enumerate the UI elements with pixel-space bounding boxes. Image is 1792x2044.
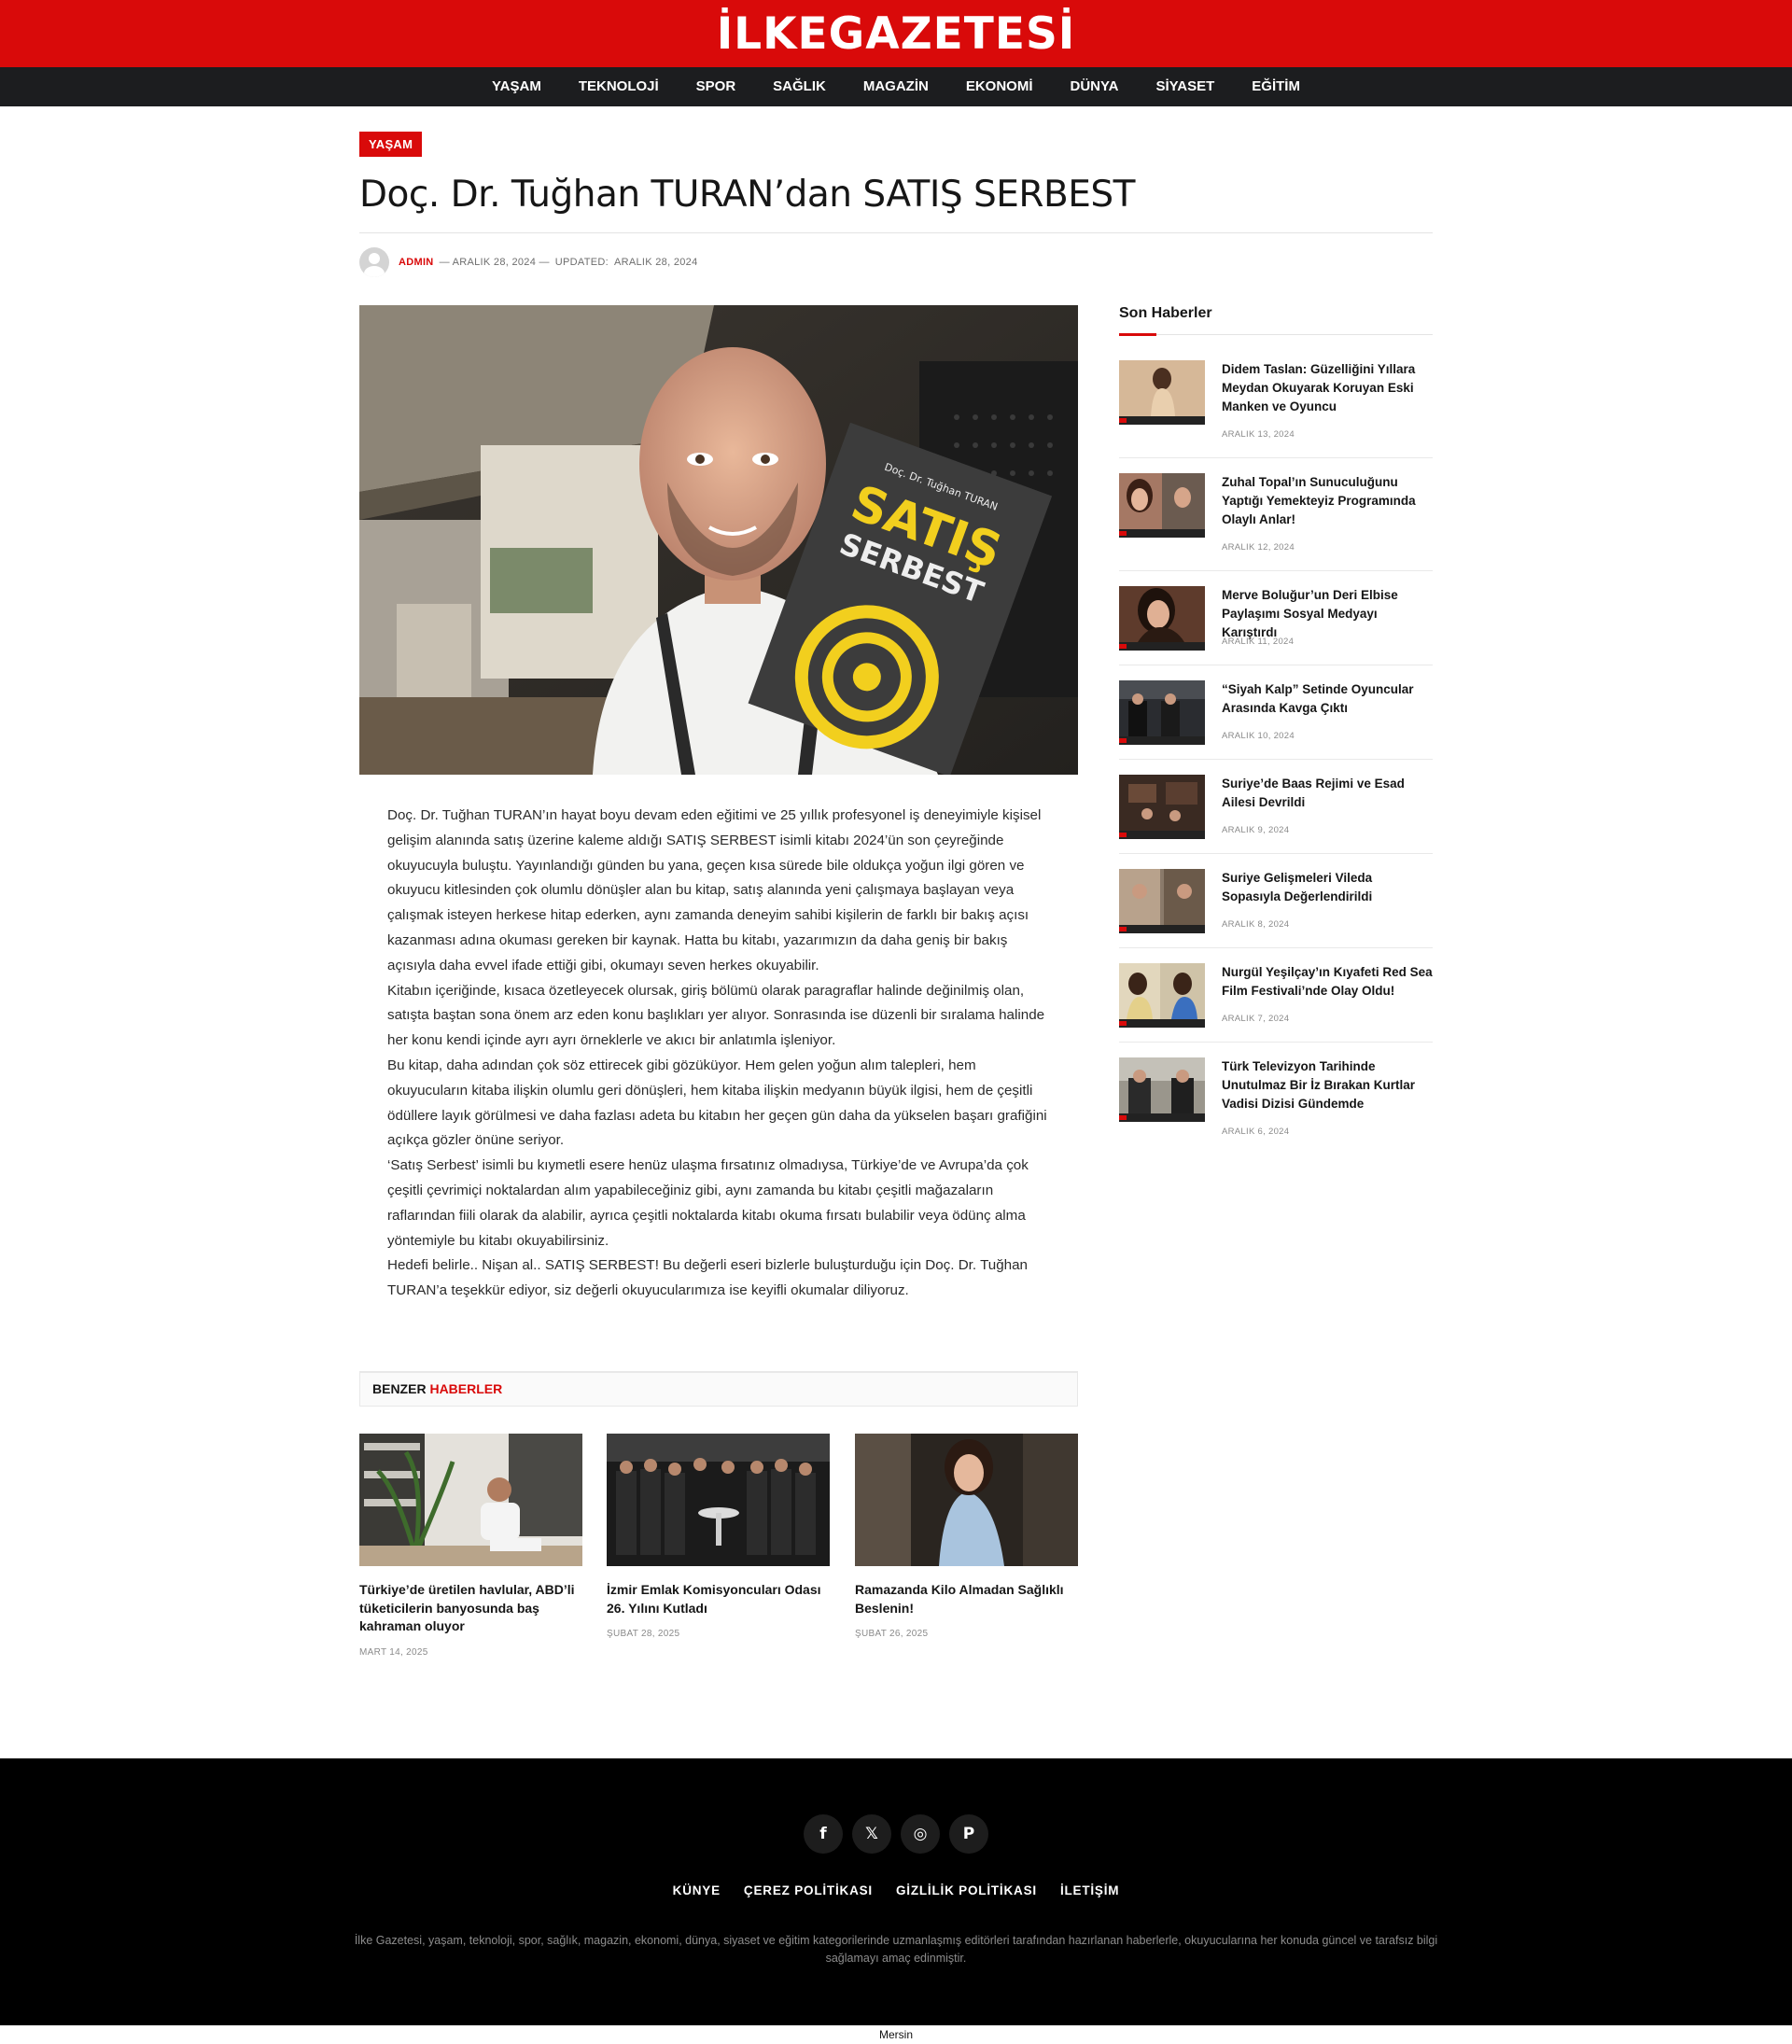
footer-description: İlke Gazetesi, yaşam, teknoloji, spor, s… (354, 1934, 1438, 1965)
site-header: İLKEGAZETESİ (0, 0, 1792, 67)
footer-link-iletisim[interactable]: İLETİŞİM (1060, 1883, 1119, 1897)
nav-item-magazin[interactable]: MAGAZİN (845, 67, 947, 106)
related-title[interactable]: İzmir Emlak Komisyoncuları Odası 26. Yıl… (607, 1581, 830, 1617)
article-paragraph: Bu kitap, daha adından çok söz ettirecek… (387, 1057, 1047, 1149)
sidebar-news-item[interactable]: Zuhal Topal’ın Sunuculuğunu Yaptığı Yeme… (1119, 473, 1433, 567)
nav-item-yasam[interactable]: YAŞAM (473, 67, 560, 106)
sidebar-thumbnail[interactable] (1119, 360, 1205, 425)
sidebar-news-item[interactable]: Suriye Gelişmeleri Vileda Sopasıyla Değe… (1119, 869, 1433, 944)
sidebar-news-date: ARALIK 11, 2024 (1222, 637, 1295, 647)
instagram-icon[interactable]: ◎ (901, 1814, 940, 1854)
author-link[interactable]: ADMIN (399, 257, 434, 268)
sidebar-heading-line (1119, 334, 1433, 335)
footer-link-cerez[interactable]: ÇEREZ POLİTİKASI (744, 1883, 873, 1897)
category-badge[interactable]: YAŞAM (359, 132, 423, 157)
footer-links: KÜNYE ÇEREZ POLİTİKASI GİZLİLİK POLİTİKA… (0, 1883, 1792, 1897)
sidebar-thumbnail[interactable] (1119, 680, 1205, 745)
related-thumbnail[interactable] (855, 1434, 1078, 1566)
related-thumbnail[interactable] (607, 1434, 830, 1566)
bottom-bar-text: Mersin (0, 2025, 1792, 2044)
updated-date: ARALIK 28, 2024 (613, 257, 698, 268)
sidebar-separator (1119, 853, 1433, 854)
sidebar-news-item[interactable]: Suriye’de Baas Rejimi ve Esad Ailesi Dev… (1119, 775, 1433, 849)
nav-item-teknoloji[interactable]: TEKNOLOJİ (560, 67, 678, 106)
related-heading-prefix: BENZER (372, 1381, 427, 1396)
nav-item-siyaset[interactable]: SİYASET (1137, 67, 1233, 106)
related-date: MART 14, 2025 (359, 1646, 428, 1658)
sidebar-separator (1119, 759, 1433, 760)
related-heading-accent: HABERLER (429, 1381, 503, 1396)
x-icon[interactable]: 𝕏 (852, 1814, 891, 1854)
sidebar-thumbnail[interactable] (1119, 963, 1205, 1028)
sidebar-news-date: ARALIK 10, 2024 (1222, 731, 1295, 741)
nav-item-ekonomi[interactable]: EKONOMİ (947, 67, 1052, 106)
article-body: Doç. Dr. Tuğhan TURAN’ın hayat boyu deva… (387, 804, 1050, 1304)
sidebar-news-date: ARALIK 9, 2024 (1222, 825, 1290, 835)
sidebar-news-date: ARALIK 13, 2024 (1222, 429, 1295, 440)
social-links: f 𝕏 ◎ P (0, 1814, 1792, 1854)
sidebar-news-title[interactable]: Zuhal Topal’ın Sunuculuğunu Yaptığı Yeme… (1222, 473, 1433, 529)
nav-item-spor[interactable]: SPOR (678, 67, 755, 106)
nav-item-egitim[interactable]: EĞİTİM (1233, 67, 1319, 106)
sidebar-news-title[interactable]: “Siyah Kalp” Setinde Oyuncular Arasında … (1222, 680, 1433, 718)
sidebar-heading: Son Haberler (1119, 305, 1212, 321)
article-paragraph: Kitabın içeriğinde, kısaca özetleyecek o… (387, 982, 1045, 1049)
pinterest-icon[interactable]: P (949, 1814, 988, 1854)
sidebar-thumbnail[interactable] (1119, 869, 1205, 933)
sidebar-news-item[interactable]: Türk Televizyon Tarihinde Unutulmaz Bir … (1119, 1057, 1433, 1151)
article-meta: ADMIN — ARALIK 28, 2024 — UPDATED: ARALI… (359, 247, 704, 277)
related-card[interactable]: Ramazanda Kilo Almadan Sağlıklı Beslenin… (855, 1434, 1078, 1639)
sidebar-news-title[interactable]: Didem Taslan: Güzelliğini Yıllara Meydan… (1222, 360, 1433, 416)
related-title[interactable]: Türkiye’de üretilen havlular, ABD’li tük… (359, 1581, 582, 1636)
updated-label: UPDATED: (554, 257, 609, 268)
related-card[interactable]: İzmir Emlak Komisyoncuları Odası 26. Yıl… (607, 1434, 830, 1639)
sidebar-news-title[interactable]: Nurgül Yeşilçay’ın Kıyafeti Red Sea Film… (1222, 963, 1433, 1001)
sidebar-news-date: ARALIK 6, 2024 (1222, 1127, 1290, 1137)
related-date: ŞUBAT 28, 2025 (607, 1629, 680, 1639)
sidebar-separator (1119, 457, 1433, 458)
article-title: Doç. Dr. Tuğhan TURAN’dan SATIŞ SERBEST (359, 174, 1136, 216)
hero-photo-illustration: SATIŞ SERBEST Doç. Dr. Tuğhan TURAN (359, 305, 1078, 775)
nav-item-dunya[interactable]: DÜNYA (1052, 67, 1138, 106)
sidebar-news-date: ARALIK 8, 2024 (1222, 919, 1290, 930)
publish-date: — ARALIK 28, 2024 — (439, 257, 550, 268)
sidebar-news-item[interactable]: “Siyah Kalp” Setinde Oyuncular Arasında … (1119, 680, 1433, 755)
sidebar-thumbnail[interactable] (1119, 473, 1205, 538)
related-card[interactable]: Türkiye’de üretilen havlular, ABD’li tük… (359, 1434, 582, 1658)
title-divider (359, 232, 1433, 233)
sidebar-news-item[interactable]: Didem Taslan: Güzelliğini Yıllara Meydan… (1119, 360, 1433, 454)
nav-item-saglik[interactable]: SAĞLIK (754, 67, 845, 106)
footer-link-gizlilik[interactable]: GİZLİLİK POLİTİKASI (896, 1883, 1037, 1897)
author-avatar[interactable] (359, 247, 389, 277)
site-logo[interactable]: İLKEGAZETESİ (0, 0, 1792, 67)
sidebar-news-title[interactable]: Merve Boluğur’un Deri Elbise Paylaşımı S… (1222, 586, 1433, 642)
sidebar-thumbnail[interactable] (1119, 1057, 1205, 1122)
sidebar-news-item[interactable]: Merve Boluğur’un Deri Elbise Paylaşımı S… (1119, 586, 1433, 661)
related-title[interactable]: Ramazanda Kilo Almadan Sağlıklı Beslenin… (855, 1581, 1078, 1617)
sidebar-news-date: ARALIK 12, 2024 (1222, 542, 1295, 553)
sidebar-news-item[interactable]: Nurgül Yeşilçay’ın Kıyafeti Red Sea Film… (1119, 963, 1433, 1038)
article-paragraph: Hedefi belirle.. Nişan al.. SATIŞ SERBES… (387, 1257, 1029, 1299)
hero-image: SATIŞ SERBEST Doç. Dr. Tuğhan TURAN (359, 305, 1078, 775)
main-nav: YAŞAM TEKNOLOJİ SPOR SAĞLIK MAGAZİN EKON… (0, 67, 1792, 106)
sidebar-news-date: ARALIK 7, 2024 (1222, 1014, 1290, 1024)
sidebar-separator (1119, 570, 1433, 571)
sidebar-news-title[interactable]: Suriye Gelişmeleri Vileda Sopasıyla Değe… (1222, 869, 1433, 906)
article-paragraph: Doç. Dr. Tuğhan TURAN’ın hayat boyu deva… (387, 807, 1042, 973)
footer-link-kunye[interactable]: KÜNYE (673, 1883, 721, 1897)
sidebar-thumbnail[interactable] (1119, 586, 1205, 651)
related-thumbnail[interactable] (359, 1434, 582, 1566)
related-date: ŞUBAT 26, 2025 (855, 1629, 929, 1639)
sidebar-thumbnail[interactable] (1119, 775, 1205, 839)
article-paragraph: ‘Satış Serbest’ isimli bu kıymetli esere… (387, 1157, 1029, 1249)
facebook-icon[interactable]: f (804, 1814, 843, 1854)
related-heading: BENZER HABERLER (359, 1371, 1078, 1407)
sidebar-news-title[interactable]: Suriye’de Baas Rejimi ve Esad Ailesi Dev… (1222, 775, 1433, 812)
sidebar-heading-accent (1119, 333, 1156, 336)
sidebar-separator (1119, 1042, 1433, 1043)
sidebar-separator (1119, 947, 1433, 948)
sidebar-news-title[interactable]: Türk Televizyon Tarihinde Unutulmaz Bir … (1222, 1057, 1433, 1113)
